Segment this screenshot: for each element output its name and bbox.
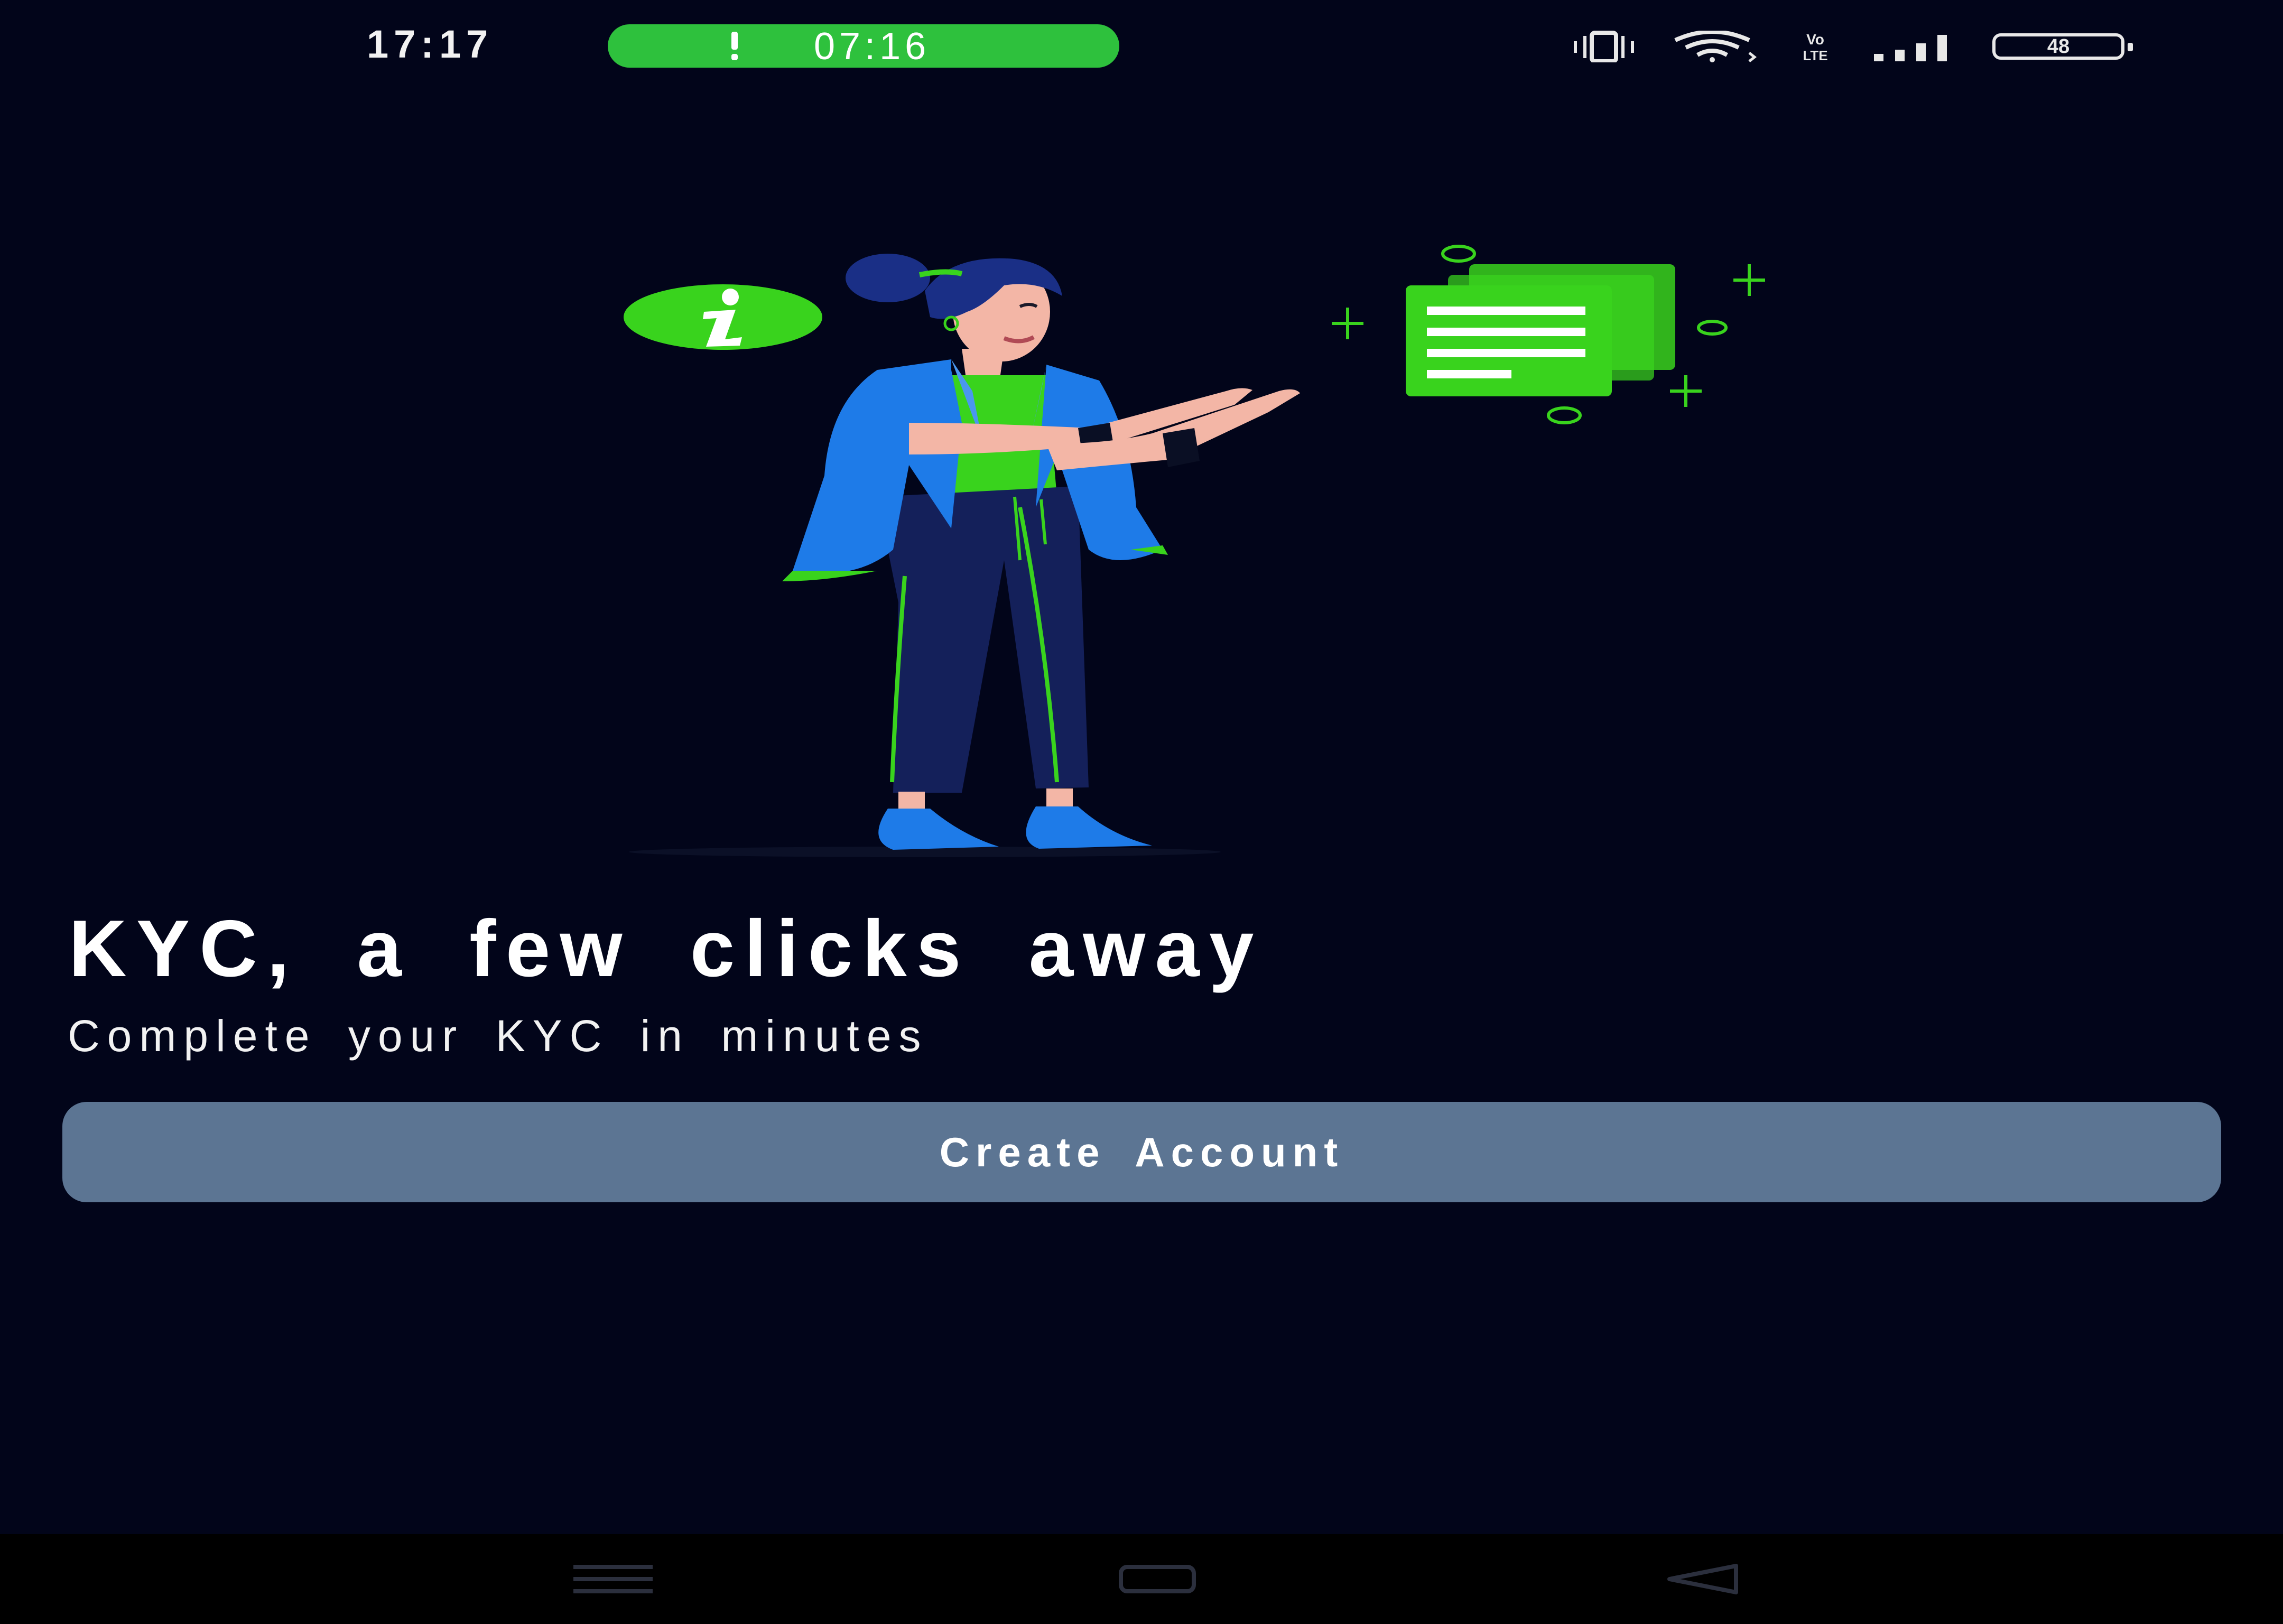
left-shoe xyxy=(878,809,999,850)
battery-icon: 48 xyxy=(1992,33,2133,60)
recent-apps-button[interactable] xyxy=(565,1550,661,1608)
status-bar: 17:17 07:16 Vo LTE 48 xyxy=(0,0,2283,85)
back-icon xyxy=(1667,1564,1738,1594)
home-icon xyxy=(1119,1565,1196,1593)
create-account-button[interactable]: Create Account xyxy=(62,1102,2221,1202)
wifi-icon xyxy=(1674,31,1757,62)
signal-icon xyxy=(1874,35,1947,61)
call-timer: 07:16 xyxy=(814,25,931,68)
status-icons: Vo LTE 48 xyxy=(1570,25,2133,68)
svg-text:LTE: LTE xyxy=(1803,48,1827,62)
system-navigation-bar xyxy=(0,1534,2283,1624)
home-button[interactable] xyxy=(1110,1550,1205,1608)
menu-icon xyxy=(573,1565,653,1593)
volte-icon: Vo LTE xyxy=(1803,31,1827,62)
battery-level: 48 xyxy=(2047,35,2070,58)
call-alert-icon xyxy=(731,32,738,60)
status-time: 17:17 xyxy=(367,22,494,66)
back-button[interactable] xyxy=(1654,1550,1749,1608)
right-shoe xyxy=(1026,806,1152,849)
kyc-illustration xyxy=(624,245,1765,857)
vibrate-icon xyxy=(1574,31,1634,62)
info-icon xyxy=(624,284,822,350)
ongoing-call-pill[interactable]: 07:16 xyxy=(608,24,1119,68)
page-subtitle: Complete your KYC in minutes xyxy=(68,1011,929,1061)
hair-bun xyxy=(846,254,930,302)
svg-text:Vo: Vo xyxy=(1806,31,1824,48)
document-icon xyxy=(1406,264,1675,396)
page-title: KYC, a few clicks away xyxy=(69,904,1264,994)
